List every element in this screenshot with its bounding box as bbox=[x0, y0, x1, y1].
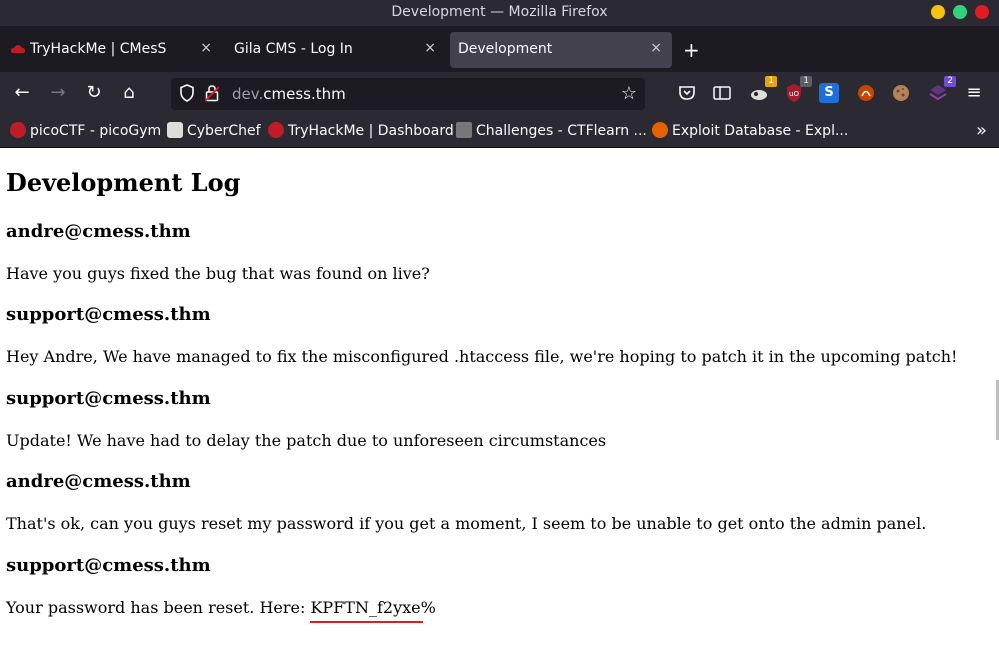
back-button[interactable]: ← bbox=[10, 82, 34, 103]
tab-tryhackme-cmess[interactable]: TryHackMe | CMesS × bbox=[2, 32, 222, 68]
tab-close-icon[interactable]: × bbox=[650, 40, 662, 56]
app-menu-button[interactable]: ≡ bbox=[962, 82, 986, 103]
bookmarks-overflow-button[interactable]: » bbox=[976, 120, 987, 141]
bookmark-label: TryHackMe | Dashboard bbox=[288, 123, 454, 139]
url-subdomain: dev. bbox=[232, 85, 264, 103]
cookie-editor-icon[interactable] bbox=[891, 83, 911, 103]
bookmark-label: Challenges - CTFlearn ... bbox=[476, 123, 647, 139]
entry-message: Hey Andre, We have managed to fix the mi… bbox=[6, 347, 958, 366]
address-bar[interactable]: dev.cmess.thm ☆ bbox=[171, 78, 645, 110]
tab-label: TryHackMe | CMesS bbox=[30, 41, 167, 57]
close-window-button[interactable] bbox=[975, 5, 989, 19]
tab-gila-cms-login[interactable]: Gila CMS - Log In × bbox=[226, 32, 446, 68]
window-titlebar: Development — Mozilla Firefox bbox=[0, 0, 999, 26]
page-heading: Development Log bbox=[6, 168, 241, 197]
cyberchef-icon bbox=[167, 122, 183, 138]
url-text[interactable]: dev.cmess.thm bbox=[232, 85, 346, 103]
minimize-button[interactable] bbox=[931, 5, 945, 19]
maximize-button[interactable] bbox=[953, 5, 967, 19]
extension-badge: 2 bbox=[944, 76, 956, 87]
svg-text:uO: uO bbox=[789, 90, 799, 98]
extension-6-icon[interactable]: 2 bbox=[928, 76, 956, 103]
entry-author: andre@cmess.thm bbox=[6, 471, 191, 492]
window-title: Development — Mozilla Firefox bbox=[391, 4, 608, 20]
ctflearn-icon bbox=[456, 122, 472, 138]
bookmarks-toolbar: picoCTF - picoGym CyberChef TryHackMe | … bbox=[0, 116, 999, 148]
entry-message: Your password has been reset. Here: KPFT… bbox=[6, 598, 436, 617]
extension-s-icon[interactable]: S bbox=[819, 83, 839, 103]
tracking-protection-shield-icon[interactable] bbox=[179, 84, 195, 102]
bookmark-picoctf[interactable]: picoCTF - picoGym bbox=[10, 122, 161, 142]
forward-button[interactable]: → bbox=[46, 82, 70, 103]
tab-close-icon[interactable]: × bbox=[424, 40, 436, 56]
tryhackme-icon bbox=[11, 45, 25, 53]
extension-badge: 1 bbox=[765, 76, 777, 87]
tab-strip: TryHackMe | CMesS × Gila CMS - Log In × … bbox=[0, 26, 999, 72]
exploitdb-icon bbox=[652, 122, 668, 138]
entry-author: support@cmess.thm bbox=[6, 388, 211, 409]
navigation-toolbar: ← → ↻ ⌂ dev.cmess.thm ☆ 1 uO 1 S 2 ≡ bbox=[0, 72, 999, 116]
reload-button[interactable]: ↻ bbox=[82, 82, 106, 103]
entry-message: That's ok, can you guys reset my passwor… bbox=[6, 514, 927, 533]
tab-label: Gila CMS - Log In bbox=[234, 41, 353, 57]
picoctf-icon bbox=[10, 122, 26, 138]
ublock-origin-icon[interactable]: uO 1 bbox=[784, 76, 812, 103]
entry-author: support@cmess.thm bbox=[6, 304, 211, 325]
password-highlight-underline bbox=[310, 621, 423, 623]
page-content: Development Log andre@cmess.thm Have you… bbox=[0, 148, 999, 660]
new-tab-button[interactable]: + bbox=[683, 38, 700, 62]
bookmark-cyberchef[interactable]: CyberChef bbox=[167, 122, 261, 142]
entry-message: Update! We have had to delay the patch d… bbox=[6, 431, 607, 450]
bookmark-tryhackme-dashboard[interactable]: TryHackMe | Dashboard bbox=[268, 122, 454, 142]
extension-1-icon[interactable]: 1 bbox=[749, 76, 777, 103]
tab-development[interactable]: Development × bbox=[450, 32, 672, 68]
entry-message: Have you guys fixed the bug that was fou… bbox=[6, 264, 430, 283]
url-domain: cmess.thm bbox=[263, 85, 346, 103]
tab-close-icon[interactable]: × bbox=[200, 40, 212, 56]
tryhackme-icon bbox=[268, 122, 284, 138]
extension-badge: 1 bbox=[800, 76, 812, 87]
reader-view-icon[interactable] bbox=[712, 83, 732, 103]
entry-author: support@cmess.thm bbox=[6, 555, 211, 576]
insecure-lock-icon[interactable] bbox=[205, 84, 219, 102]
bookmark-label: Exploit Database - Expl... bbox=[672, 123, 849, 139]
bookmark-star-icon[interactable]: ☆ bbox=[621, 83, 637, 104]
bookmark-label: CyberChef bbox=[187, 123, 261, 139]
tab-label: Development bbox=[458, 41, 553, 57]
home-button[interactable]: ⌂ bbox=[117, 82, 141, 103]
entry-author: andre@cmess.thm bbox=[6, 221, 191, 242]
bookmark-label: picoCTF - picoGym bbox=[30, 123, 162, 139]
bookmark-exploit-database[interactable]: Exploit Database - Expl... bbox=[652, 122, 848, 142]
bookmark-ctflearn[interactable]: Challenges - CTFlearn ... bbox=[456, 122, 647, 142]
extension-4-icon[interactable] bbox=[856, 83, 876, 103]
pocket-icon[interactable] bbox=[677, 83, 697, 103]
